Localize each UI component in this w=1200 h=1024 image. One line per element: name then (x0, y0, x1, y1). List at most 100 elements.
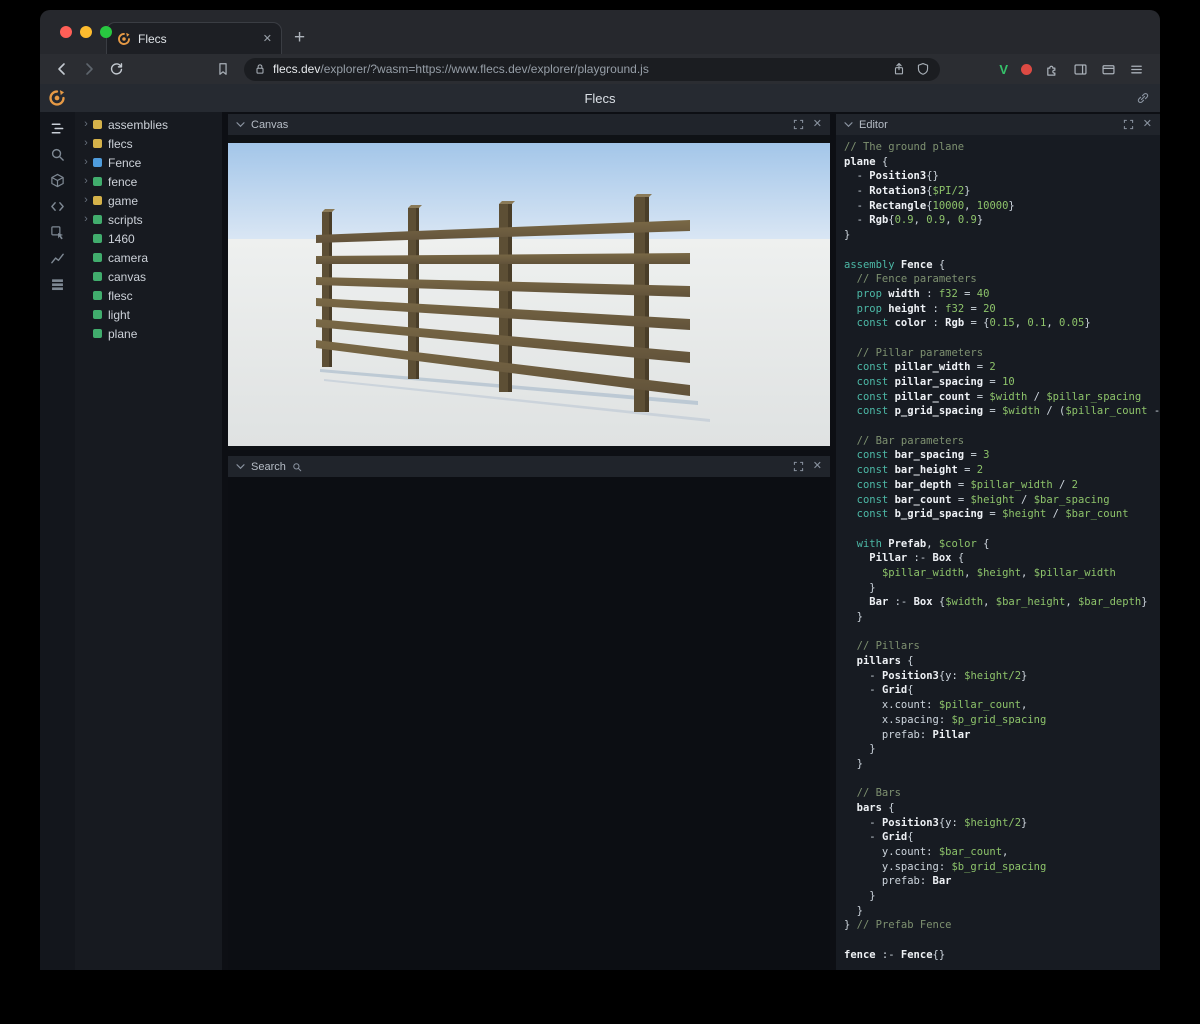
side-panel-icon[interactable] (1073, 62, 1088, 77)
tree-item-game[interactable]: ›game (75, 191, 222, 210)
code-line: prop height : f32 = 20 (844, 302, 1160, 317)
close-panel-icon[interactable]: ✕ (1143, 119, 1152, 130)
entity-label: fence (108, 175, 137, 189)
expand-panel-icon[interactable] (793, 119, 804, 130)
search-panel: Search ✕ (228, 456, 830, 970)
fence-3d-render (228, 143, 830, 446)
panel-title: Editor (859, 119, 888, 131)
expand-panel-icon[interactable] (1123, 119, 1134, 130)
tree-item-fence[interactable]: › fence (75, 172, 222, 191)
lock-icon (254, 63, 266, 75)
entity-kind-swatch (93, 158, 102, 167)
menu-icon[interactable] (1129, 62, 1144, 77)
chevron-down-icon[interactable] (844, 121, 853, 128)
editor-code[interactable]: // The ground planeplane { - Position3{}… (836, 135, 1160, 970)
forward-button[interactable] (77, 57, 101, 81)
search-icon[interactable] (49, 145, 67, 163)
red-extension-icon[interactable] (1021, 64, 1032, 75)
canvas-cube-icon[interactable] (49, 171, 67, 189)
new-tab-button[interactable]: + (294, 28, 305, 47)
v-extension-icon[interactable]: V (999, 62, 1008, 77)
chevron-down-icon[interactable] (236, 121, 245, 128)
canvas-panel-header[interactable]: Canvas ✕ (228, 114, 830, 135)
tree-item-1460[interactable]: ›1460 (75, 229, 222, 248)
address-bar[interactable]: flecs.dev/explorer/?wasm=https://www.fle… (244, 58, 940, 81)
page-title: Flecs (40, 91, 1160, 106)
entity-label: Fence (108, 156, 141, 170)
tree-item-Fence[interactable]: › Fence (75, 153, 222, 172)
search-magnifier-icon (292, 462, 302, 472)
entity-label: scripts (108, 213, 143, 227)
code-line: const bar_depth = $pillar_width / 2 (844, 478, 1160, 493)
entity-tree-icon[interactable] (49, 119, 67, 137)
tree-item-assemblies[interactable]: › assemblies (75, 115, 222, 134)
url-domain: flecs.dev (273, 62, 320, 76)
share-icon[interactable] (892, 62, 906, 76)
brave-shield-icon[interactable] (916, 62, 930, 76)
expand-arrow-icon[interactable]: › (81, 195, 91, 206)
search-panel-header[interactable]: Search ✕ (228, 456, 830, 477)
code-line (844, 419, 1160, 434)
code-line: const b_grid_spacing = $height / $bar_co… (844, 507, 1160, 522)
tab-title: Flecs (138, 32, 254, 46)
expand-arrow-icon[interactable]: › (81, 176, 91, 187)
code-line (844, 625, 1160, 640)
close-window-button[interactable] (60, 26, 72, 38)
browser-tab[interactable]: Flecs ✕ (106, 22, 282, 54)
window-controls[interactable] (60, 26, 112, 38)
zoom-window-button[interactable] (100, 26, 112, 38)
code-line: const pillar_count = $width / $pillar_sp… (844, 390, 1160, 405)
close-panel-icon[interactable]: ✕ (813, 119, 822, 130)
code-line: - Grid{ (844, 683, 1160, 698)
tree-item-scripts[interactable]: › scripts (75, 210, 222, 229)
panel-title: Canvas (251, 119, 288, 131)
expand-panel-icon[interactable] (793, 461, 804, 472)
code-line: } (844, 228, 1160, 243)
close-tab-icon[interactable]: ✕ (261, 32, 274, 45)
panel-title: Search (251, 461, 286, 473)
canvas-3d-viewport[interactable] (228, 135, 830, 450)
tree-item-flecs[interactable]: ›flecs (75, 134, 222, 153)
reload-button[interactable] (104, 57, 128, 81)
tree-item-camera[interactable]: ›camera (75, 248, 222, 267)
expand-arrow-icon[interactable]: › (81, 138, 91, 149)
code-line: // Pillar parameters (844, 346, 1160, 361)
tree-item-flesc[interactable]: ›flesc (75, 286, 222, 305)
close-panel-icon[interactable]: ✕ (813, 461, 822, 472)
stats-chart-icon[interactable] (49, 249, 67, 267)
tree-item-light[interactable]: ›light (75, 305, 222, 324)
browser-window: Flecs ✕ + flecs.dev/explorer/?wasm=https… (40, 10, 1160, 970)
bookmark-icon[interactable] (211, 57, 235, 81)
tree-item-canvas[interactable]: ›canvas (75, 267, 222, 286)
entity-label: assemblies (108, 118, 168, 132)
back-button[interactable] (50, 57, 74, 81)
code-line: assembly Fence { (844, 258, 1160, 273)
expand-arrow-icon[interactable]: › (81, 157, 91, 168)
tree-item-plane[interactable]: ›plane (75, 324, 222, 343)
entity-label: plane (108, 327, 137, 341)
search-results-area[interactable] (228, 477, 830, 970)
rows-table-icon[interactable] (49, 275, 67, 293)
code-line: prefab: Pillar (844, 728, 1160, 743)
code-line (844, 522, 1160, 537)
editor-code-icon[interactable] (49, 197, 67, 215)
wallet-icon[interactable] (1101, 62, 1116, 77)
chevron-down-icon[interactable] (236, 463, 245, 470)
code-line: // The ground plane (844, 140, 1160, 155)
inspector-cursor-icon[interactable] (49, 223, 67, 241)
entity-kind-swatch (93, 177, 102, 186)
expand-arrow-icon[interactable]: › (81, 214, 91, 225)
minimize-window-button[interactable] (80, 26, 92, 38)
extensions-puzzle-icon[interactable] (1045, 62, 1060, 77)
expand-arrow-icon[interactable]: › (81, 119, 91, 130)
code-line: } (844, 757, 1160, 772)
code-line (844, 772, 1160, 787)
share-link-icon[interactable] (1136, 91, 1150, 110)
icon-sidebar (40, 112, 75, 970)
editor-panel-header[interactable]: Editor ✕ (836, 114, 1160, 135)
code-line: pillars { (844, 654, 1160, 669)
url-text[interactable]: flecs.dev/explorer/?wasm=https://www.fle… (273, 62, 885, 76)
code-line: const pillar_spacing = 10 (844, 375, 1160, 390)
code-line: } (844, 889, 1160, 904)
code-line: } (844, 581, 1160, 596)
